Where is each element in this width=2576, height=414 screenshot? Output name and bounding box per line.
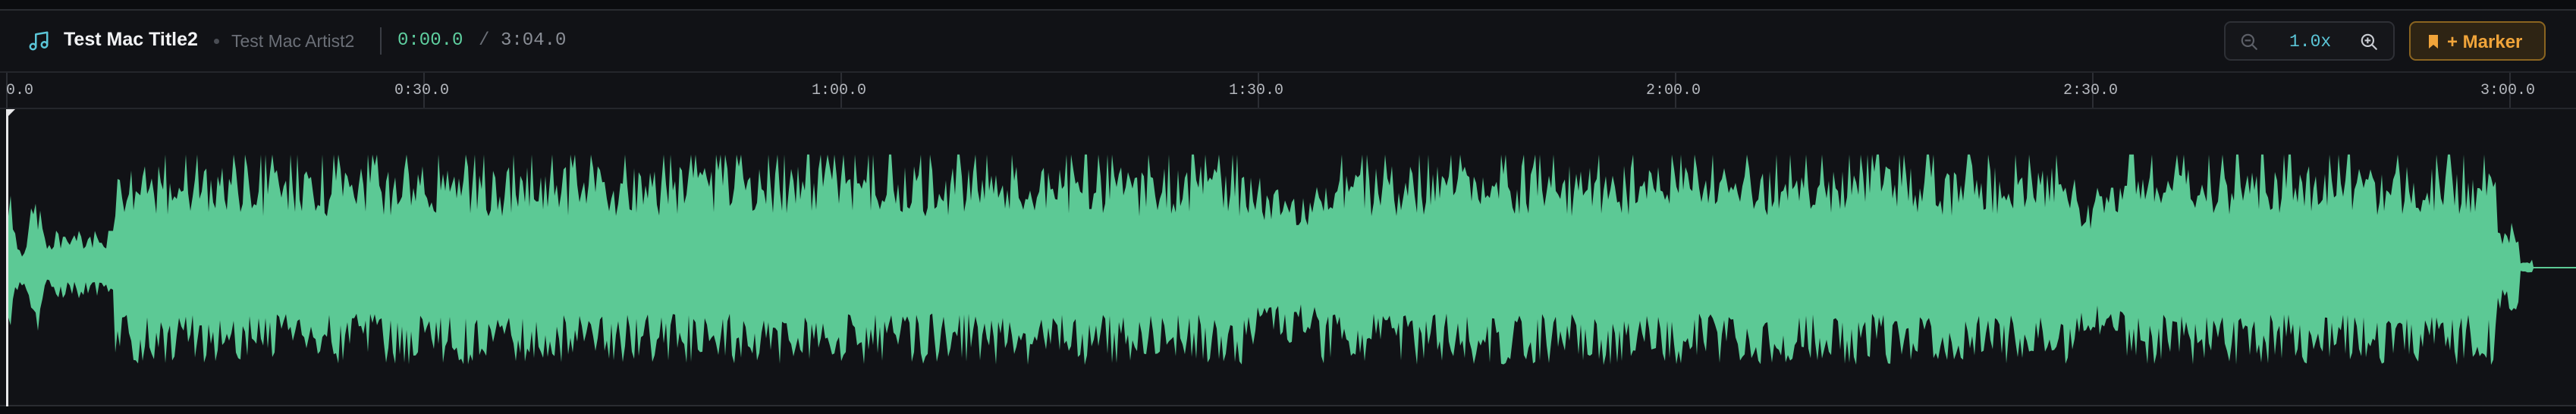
bookmark-icon bbox=[2429, 35, 2438, 49]
zoom-out-icon[interactable] bbox=[2239, 32, 2259, 52]
time-ruler[interactable]: 0.0 0:30.0 1:00.0 1:30.0 2:00.0 2:30.0 3… bbox=[0, 73, 2576, 109]
ruler-tick-label: 2:30.0 bbox=[2063, 82, 2119, 99]
add-marker-label: + Marker bbox=[2447, 32, 2523, 52]
time-separator: / bbox=[479, 30, 490, 51]
playhead[interactable] bbox=[6, 109, 8, 406]
player-header: Test Mac Title2 Test Mac Artist2 0:00.0 … bbox=[0, 11, 2576, 73]
waveform-canvas[interactable] bbox=[0, 109, 2576, 406]
separator-dot bbox=[214, 39, 219, 44]
current-time: 0:00.0 bbox=[397, 30, 463, 51]
ruler-tick-label: 0.0 bbox=[6, 82, 34, 99]
ruler-tick-label: 1:00.0 bbox=[812, 82, 867, 99]
zoom-level: 1.0x bbox=[2289, 32, 2332, 52]
track-title: Test Mac Title2 bbox=[64, 29, 198, 50]
ruler-tick-label: 3:00.0 bbox=[2480, 82, 2536, 99]
track-artist: Test Mac Artist2 bbox=[231, 31, 355, 51]
ruler-tick-label: 0:30.0 bbox=[394, 82, 450, 99]
divider bbox=[380, 27, 382, 55]
ruler-tick-label: 2:00.0 bbox=[1646, 82, 1701, 99]
add-marker-button[interactable]: + Marker bbox=[2409, 21, 2546, 61]
waveform-panel: Test Mac Title2 Test Mac Artist2 0:00.0 … bbox=[0, 9, 2576, 406]
zoom-controls: 1.0x bbox=[2224, 21, 2395, 61]
waveform bbox=[6, 154, 2576, 365]
zoom-in-icon[interactable] bbox=[2359, 32, 2379, 52]
playhead-handle[interactable] bbox=[6, 109, 15, 118]
ruler-tick-label: 1:30.0 bbox=[1229, 82, 1284, 99]
music-note-icon bbox=[29, 31, 49, 51]
total-time: 3:04.0 bbox=[501, 30, 567, 51]
